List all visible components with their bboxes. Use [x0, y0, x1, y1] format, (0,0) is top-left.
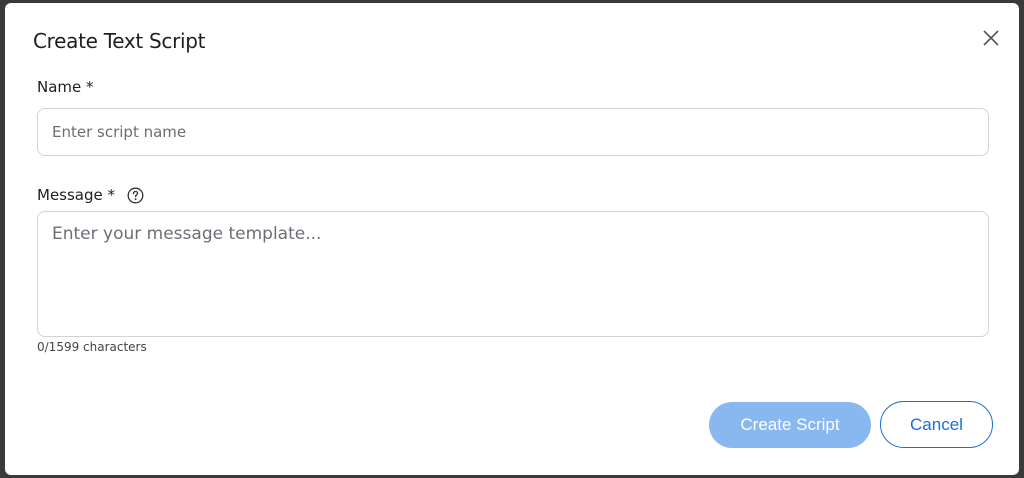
message-template-input[interactable] — [37, 211, 989, 337]
script-name-input[interactable] — [37, 108, 989, 156]
create-text-script-dialog: Create Text Script Name * Message * 0/15… — [5, 3, 1019, 475]
character-counter: 0/1599 characters — [37, 340, 147, 354]
cancel-button[interactable]: Cancel — [880, 401, 993, 448]
create-script-button[interactable]: Create Script — [709, 402, 871, 448]
dialog-title: Create Text Script — [33, 29, 206, 53]
close-button[interactable] — [980, 27, 1002, 49]
message-label: Message * — [37, 186, 144, 204]
message-label-text: Message * — [37, 186, 116, 204]
name-label: Name * — [37, 78, 94, 96]
name-label-text: Name * — [37, 78, 94, 96]
help-icon[interactable] — [127, 187, 144, 204]
close-icon — [983, 30, 999, 46]
